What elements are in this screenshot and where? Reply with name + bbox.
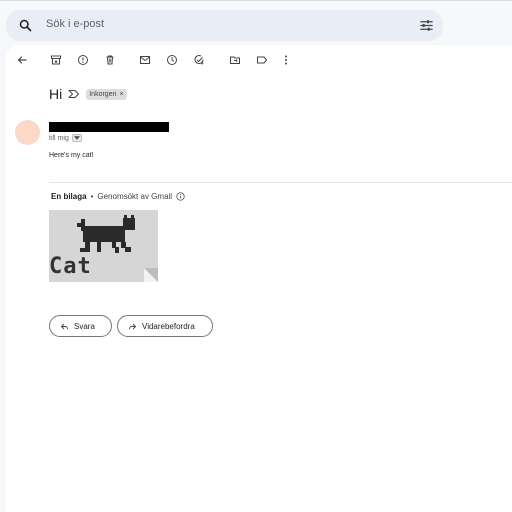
back-button[interactable] bbox=[14, 52, 30, 68]
reply-icon bbox=[61, 323, 68, 329]
subject-row: Hi Inkorgen × bbox=[49, 86, 127, 102]
more-options-button[interactable] bbox=[278, 52, 294, 68]
delete-icon bbox=[106, 55, 114, 65]
back-arrow-icon bbox=[17, 56, 27, 64]
message-pane: Hi Inkorgen × till mig Here's my cat! En… bbox=[6, 45, 512, 512]
scan-status: Genomsökt av Gmail bbox=[97, 192, 173, 201]
separator-dot: • bbox=[90, 192, 94, 201]
label-chip-remove-icon[interactable]: × bbox=[119, 91, 123, 98]
attachments-header: En bilaga • Genomsökt av Gmail bbox=[51, 192, 185, 201]
email-subject: Hi bbox=[49, 86, 63, 102]
report-spam-button[interactable] bbox=[75, 52, 91, 68]
inbox-label-chip[interactable]: Inkorgen × bbox=[86, 88, 127, 100]
recipient-text: till mig bbox=[49, 134, 69, 142]
label-chip-text: Inkorgen bbox=[89, 90, 117, 98]
email-body: Here's my cat! bbox=[49, 152, 94, 159]
archive-button[interactable] bbox=[48, 52, 64, 68]
forward-button[interactable]: Vidarebefordra bbox=[117, 315, 213, 337]
more-icon bbox=[285, 55, 287, 65]
snooze-icon bbox=[167, 55, 177, 65]
add-task-icon bbox=[194, 55, 204, 65]
show-details-button[interactable] bbox=[71, 134, 82, 142]
message-toolbar bbox=[6, 45, 512, 75]
report-spam-icon bbox=[78, 55, 88, 65]
attachment-thumbnail[interactable]: Cat bbox=[49, 210, 158, 282]
sender-name-redacted bbox=[49, 122, 169, 132]
attachments-divider bbox=[49, 182, 512, 183]
important-marker-icon[interactable] bbox=[68, 89, 80, 99]
window-top-edge bbox=[0, 0, 512, 4]
mark-unread-button[interactable] bbox=[137, 52, 153, 68]
reply-button[interactable]: Svara bbox=[49, 315, 112, 337]
page-fold-corner bbox=[144, 268, 158, 282]
search-bar[interactable]: Sök i e-post bbox=[6, 10, 443, 41]
mark-unread-icon bbox=[140, 56, 150, 64]
delete-button[interactable] bbox=[102, 52, 118, 68]
sender-avatar[interactable] bbox=[15, 120, 40, 145]
search-options-icon[interactable] bbox=[419, 18, 434, 33]
recipient-row: till mig bbox=[49, 134, 82, 142]
chevron-down-icon bbox=[73, 136, 80, 140]
reply-button-label: Svara bbox=[74, 321, 95, 331]
forward-icon bbox=[129, 323, 136, 329]
info-icon[interactable] bbox=[176, 192, 185, 201]
label-icon bbox=[257, 56, 267, 64]
move-to-button[interactable] bbox=[227, 52, 243, 68]
attachment-count: En bilaga bbox=[51, 192, 87, 201]
archive-icon bbox=[51, 55, 61, 65]
search-icon[interactable] bbox=[18, 18, 33, 33]
forward-button-label: Vidarebefordra bbox=[142, 321, 195, 331]
add-task-button[interactable] bbox=[191, 52, 207, 68]
search-input[interactable]: Sök i e-post bbox=[46, 18, 104, 30]
snooze-button[interactable] bbox=[164, 52, 180, 68]
label-button[interactable] bbox=[254, 52, 270, 68]
move-to-icon bbox=[230, 56, 240, 64]
thumbnail-caption: Cat bbox=[49, 254, 92, 279]
